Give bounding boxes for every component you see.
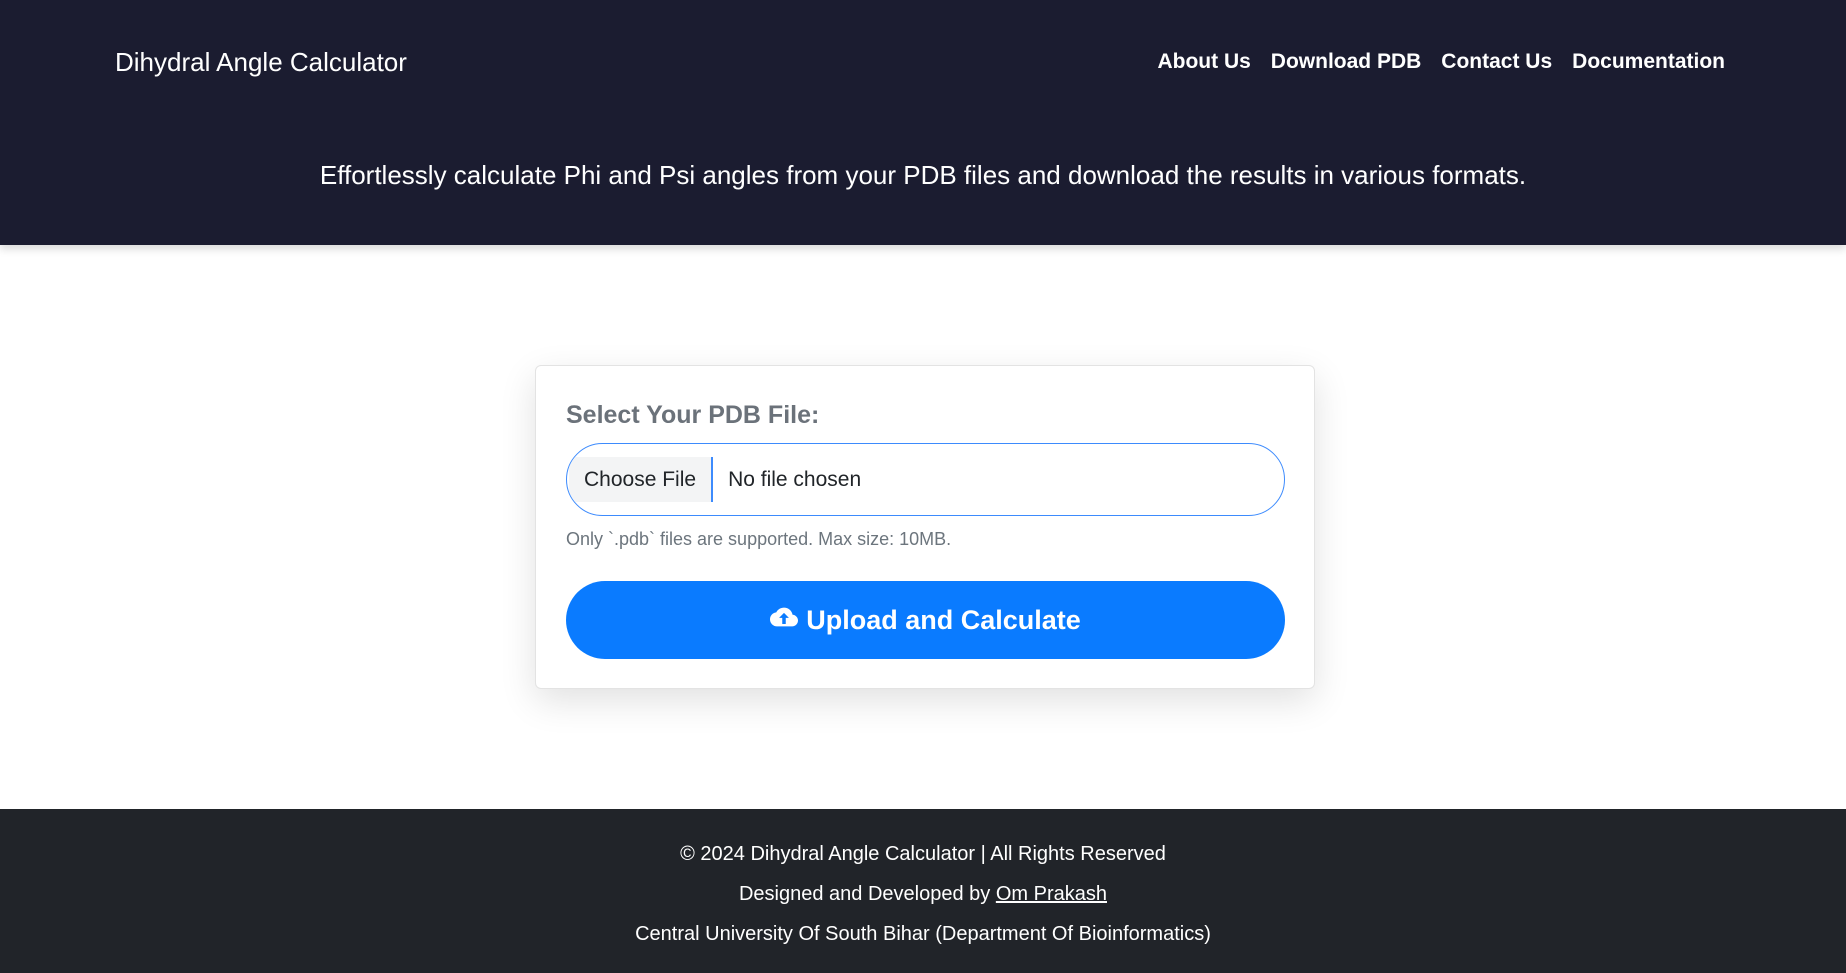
footer-credit-prefix: Designed and Developed by (738, 883, 996, 905)
footer-credit: Designed and Developed by Om Prakash (0, 883, 1846, 906)
main-nav: About Us Download PDB Contact Us Documen… (1157, 50, 1725, 74)
file-select-label: Select Your PDB File: (566, 401, 820, 429)
nav-contact-us[interactable]: Contact Us (1441, 50, 1552, 74)
upload-button-label: Upload and Calculate (806, 604, 1081, 635)
nav-documentation[interactable]: Documentation (1572, 50, 1725, 74)
site-header: Dihydral Angle Calculator About Us Downl… (0, 0, 1846, 245)
pdb-file-input[interactable]: Choose File No file chosen (566, 443, 1285, 516)
footer-copyright: © 2024 Dihydral Angle Calculator | All R… (680, 843, 1166, 865)
file-hint-text: Only `.pdb` files are supported. Max siz… (566, 529, 952, 549)
nav-download-pdb[interactable]: Download PDB (1271, 50, 1422, 74)
author-link[interactable]: Om Prakash (996, 883, 1107, 905)
upload-card: Select Your PDB File: Choose File No fil… (535, 365, 1315, 689)
cloud-upload-icon (770, 603, 799, 638)
main-content: Select Your PDB File: Choose File No fil… (0, 245, 1846, 809)
file-status-text: No file chosen (728, 467, 862, 491)
nav-about-us[interactable]: About Us (1157, 50, 1250, 74)
choose-file-button[interactable]: Choose File (569, 457, 714, 502)
upload-and-calculate-button[interactable]: Upload and Calculate (566, 581, 1285, 659)
hero-tagline: Effortlessly calculate Phi and Psi angle… (319, 160, 1527, 190)
footer-institution: Central University Of South Bihar (Depar… (635, 923, 1211, 945)
brand-link[interactable]: Dihydral Angle Calculator (115, 47, 407, 78)
site-footer: © 2024 Dihydral Angle Calculator | All R… (0, 809, 1846, 973)
